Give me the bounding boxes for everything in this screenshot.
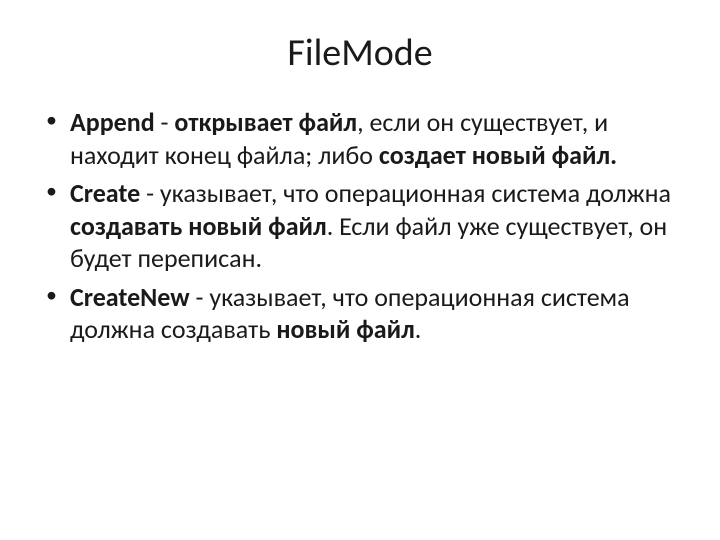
- keyword: CreateNew: [70, 281, 190, 313]
- bold-phrase: открывает файл: [174, 106, 357, 138]
- bullet-list: Append - открывает файл, если он существ…: [40, 106, 680, 346]
- separator: -: [190, 281, 210, 313]
- bold-phrase: создавать новый файл: [70, 210, 327, 242]
- list-item: CreateNew - указывает, что операционная …: [70, 281, 680, 346]
- separator: -: [155, 106, 175, 138]
- bold-phrase: новый файл: [276, 313, 414, 345]
- list-item: Append - открывает файл, если он существ…: [70, 106, 680, 171]
- slide-title: FileMode: [40, 30, 680, 76]
- text-run: .: [415, 313, 422, 345]
- keyword: Append: [70, 106, 155, 138]
- bold-phrase: создает новый файл.: [379, 139, 617, 171]
- separator: -: [140, 177, 160, 209]
- list-item: Create - указывает, что операционная сис…: [70, 177, 680, 275]
- keyword: Create: [70, 177, 140, 209]
- text-run: указывает, что операционная система долж…: [160, 177, 671, 209]
